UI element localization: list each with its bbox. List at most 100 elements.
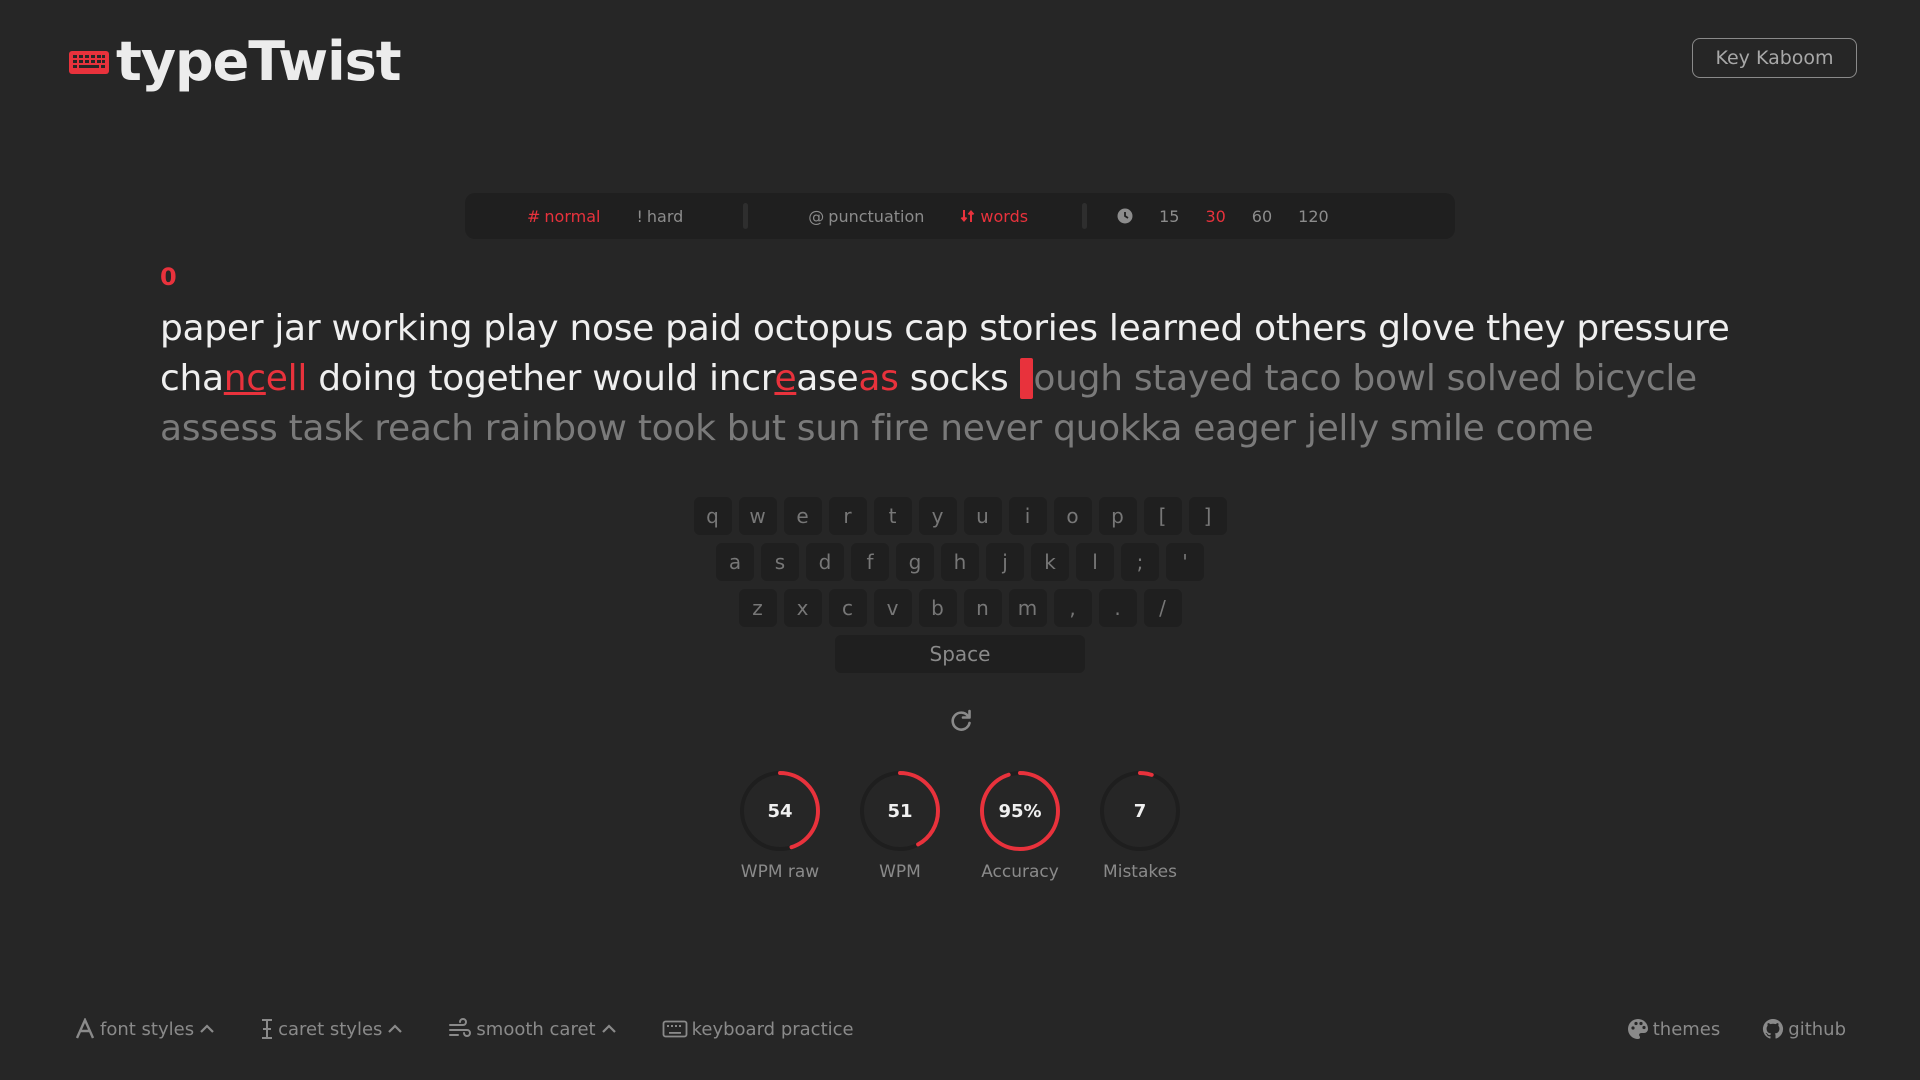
difficulty-normal[interactable]: # normal — [527, 207, 600, 226]
font-styles-label: font styles — [100, 1018, 195, 1040]
progress-ring: 51 — [859, 770, 941, 852]
key[interactable]: d — [806, 543, 844, 581]
key[interactable]: n — [963, 589, 1002, 627]
stat-value: 54 — [767, 800, 793, 822]
key[interactable]: / — [1143, 589, 1182, 627]
key[interactable]: s — [761, 543, 799, 581]
key[interactable]: b — [918, 589, 957, 627]
key[interactable]: ] — [1188, 497, 1227, 535]
difficulty-hard-label: hard — [646, 206, 684, 226]
typed-word: together — [428, 358, 582, 399]
time-option-60[interactable]: 60 — [1252, 207, 1272, 226]
keyboard-row-2: a s d f g h j k l; ' — [0, 543, 1920, 581]
key-kaboom-button[interactable]: Key Kaboom — [1692, 38, 1857, 78]
key[interactable]: z — [738, 589, 777, 627]
themes-menu[interactable]: themes — [1627, 1018, 1721, 1040]
incorrect-chars: e — [774, 358, 797, 399]
palette-icon — [1627, 1019, 1648, 1039]
app-logo[interactable]: typeTwist — [68, 30, 402, 93]
mode-words[interactable]: words — [960, 207, 1028, 226]
key[interactable]: o — [1053, 497, 1092, 535]
text-cursor-icon — [262, 1019, 273, 1039]
key[interactable]: ' — [1166, 543, 1204, 581]
key[interactable]: a — [716, 543, 754, 581]
smooth-caret-label: smooth caret — [476, 1018, 596, 1040]
stat-mistakes: 7 Mistakes — [1099, 770, 1181, 882]
caret-styles-label: caret styles — [278, 1018, 383, 1040]
mode-punctuation[interactable]: @ punctuation — [808, 207, 924, 226]
keyboard-icon — [69, 50, 109, 74]
key[interactable]: g — [896, 543, 934, 581]
stat-value: 95% — [998, 800, 1042, 822]
restart-icon[interactable] — [948, 708, 974, 734]
key[interactable]: j — [986, 543, 1024, 581]
word-counter: 0 — [160, 263, 177, 291]
hash-icon: # — [527, 206, 541, 226]
keyboard-row-space: Space — [0, 635, 1920, 673]
key[interactable]: . — [1098, 589, 1137, 627]
key[interactable]: p — [1098, 497, 1137, 535]
stat-value: 51 — [887, 800, 913, 822]
incorrect-chars: nc — [223, 358, 266, 399]
time-option-120[interactable]: 120 — [1298, 207, 1329, 226]
chevron-up-icon — [601, 1024, 616, 1033]
results-stats: 54 WPM raw 51 WPM 95% Accuracy 7 Mistake… — [0, 770, 1920, 882]
themes-label: themes — [1652, 1018, 1721, 1040]
correct-chars: ase — [796, 358, 859, 399]
correct-chars: incr — [709, 358, 775, 399]
caret: t — [1019, 358, 1034, 399]
caret-styles-menu[interactable]: caret styles — [260, 1018, 404, 1040]
key[interactable]: , — [1053, 589, 1092, 627]
key[interactable]: t — [873, 497, 912, 535]
key[interactable]: ; — [1121, 543, 1159, 581]
wind-icon — [449, 1018, 472, 1037]
key[interactable]: [ — [1143, 497, 1182, 535]
clock-icon — [1117, 208, 1133, 224]
chevron-up-icon — [200, 1024, 214, 1033]
stat-label: Accuracy — [981, 862, 1059, 882]
key[interactable]: r — [828, 497, 867, 535]
keyboard-row-1: q w e r t y u i o p[] — [0, 497, 1920, 535]
key[interactable]: q — [693, 497, 732, 535]
footer-right: themes github — [1585, 1018, 1846, 1040]
at-icon: @ — [808, 206, 825, 226]
font-icon — [75, 1018, 95, 1039]
key[interactable]: y — [918, 497, 957, 535]
font-styles-menu[interactable]: font styles — [74, 1018, 216, 1040]
keyboard-practice-link[interactable]: keyboard practice — [662, 1019, 854, 1040]
words-line-3: assess task reach rainbow took but sun f… — [160, 404, 1760, 454]
key[interactable]: e — [783, 497, 822, 535]
progress-ring: 54 — [739, 770, 821, 852]
time-option-30[interactable]: 30 — [1205, 207, 1225, 226]
time-option-15[interactable]: 15 — [1159, 207, 1179, 226]
github-link[interactable]: github — [1762, 1018, 1846, 1040]
extra-chars: ell — [265, 358, 308, 399]
space-key[interactable]: Space — [835, 635, 1085, 673]
app-title: typeTwist — [116, 30, 402, 93]
mode-punctuation-label: punctuation — [828, 206, 925, 226]
exclamation-icon: ! — [636, 206, 643, 226]
key[interactable]: h — [941, 543, 979, 581]
key[interactable]: k — [1031, 543, 1069, 581]
key[interactable]: f — [851, 543, 889, 581]
mode-words-label: words — [980, 206, 1029, 226]
difficulty-hard[interactable]: ! hard — [636, 207, 683, 226]
time-options: 15 30 60 120 — [1087, 207, 1359, 226]
key[interactable]: u — [963, 497, 1002, 535]
key[interactable]: v — [873, 589, 912, 627]
correct-chars: cha — [160, 358, 224, 399]
key[interactable]: l — [1076, 543, 1114, 581]
typing-area[interactable]: paper jar working play nose paid octopus… — [160, 304, 1760, 454]
upcoming-words: assess task reach rainbow took but sun f… — [160, 408, 1594, 449]
keyboard-practice-label: keyboard practice — [691, 1018, 854, 1040]
smooth-caret-menu[interactable]: smooth caret — [448, 1018, 617, 1040]
key[interactable]: x — [783, 589, 822, 627]
key[interactable]: i — [1008, 497, 1047, 535]
stat-label: WPM — [879, 862, 921, 882]
current-word: tough stayed taco bowl solved bicycle — [1019, 358, 1697, 399]
typed-word: socks — [909, 358, 1009, 399]
chevron-up-icon — [388, 1024, 403, 1033]
key[interactable]: m — [1008, 589, 1047, 627]
key[interactable]: c — [828, 589, 867, 627]
key[interactable]: w — [738, 497, 777, 535]
